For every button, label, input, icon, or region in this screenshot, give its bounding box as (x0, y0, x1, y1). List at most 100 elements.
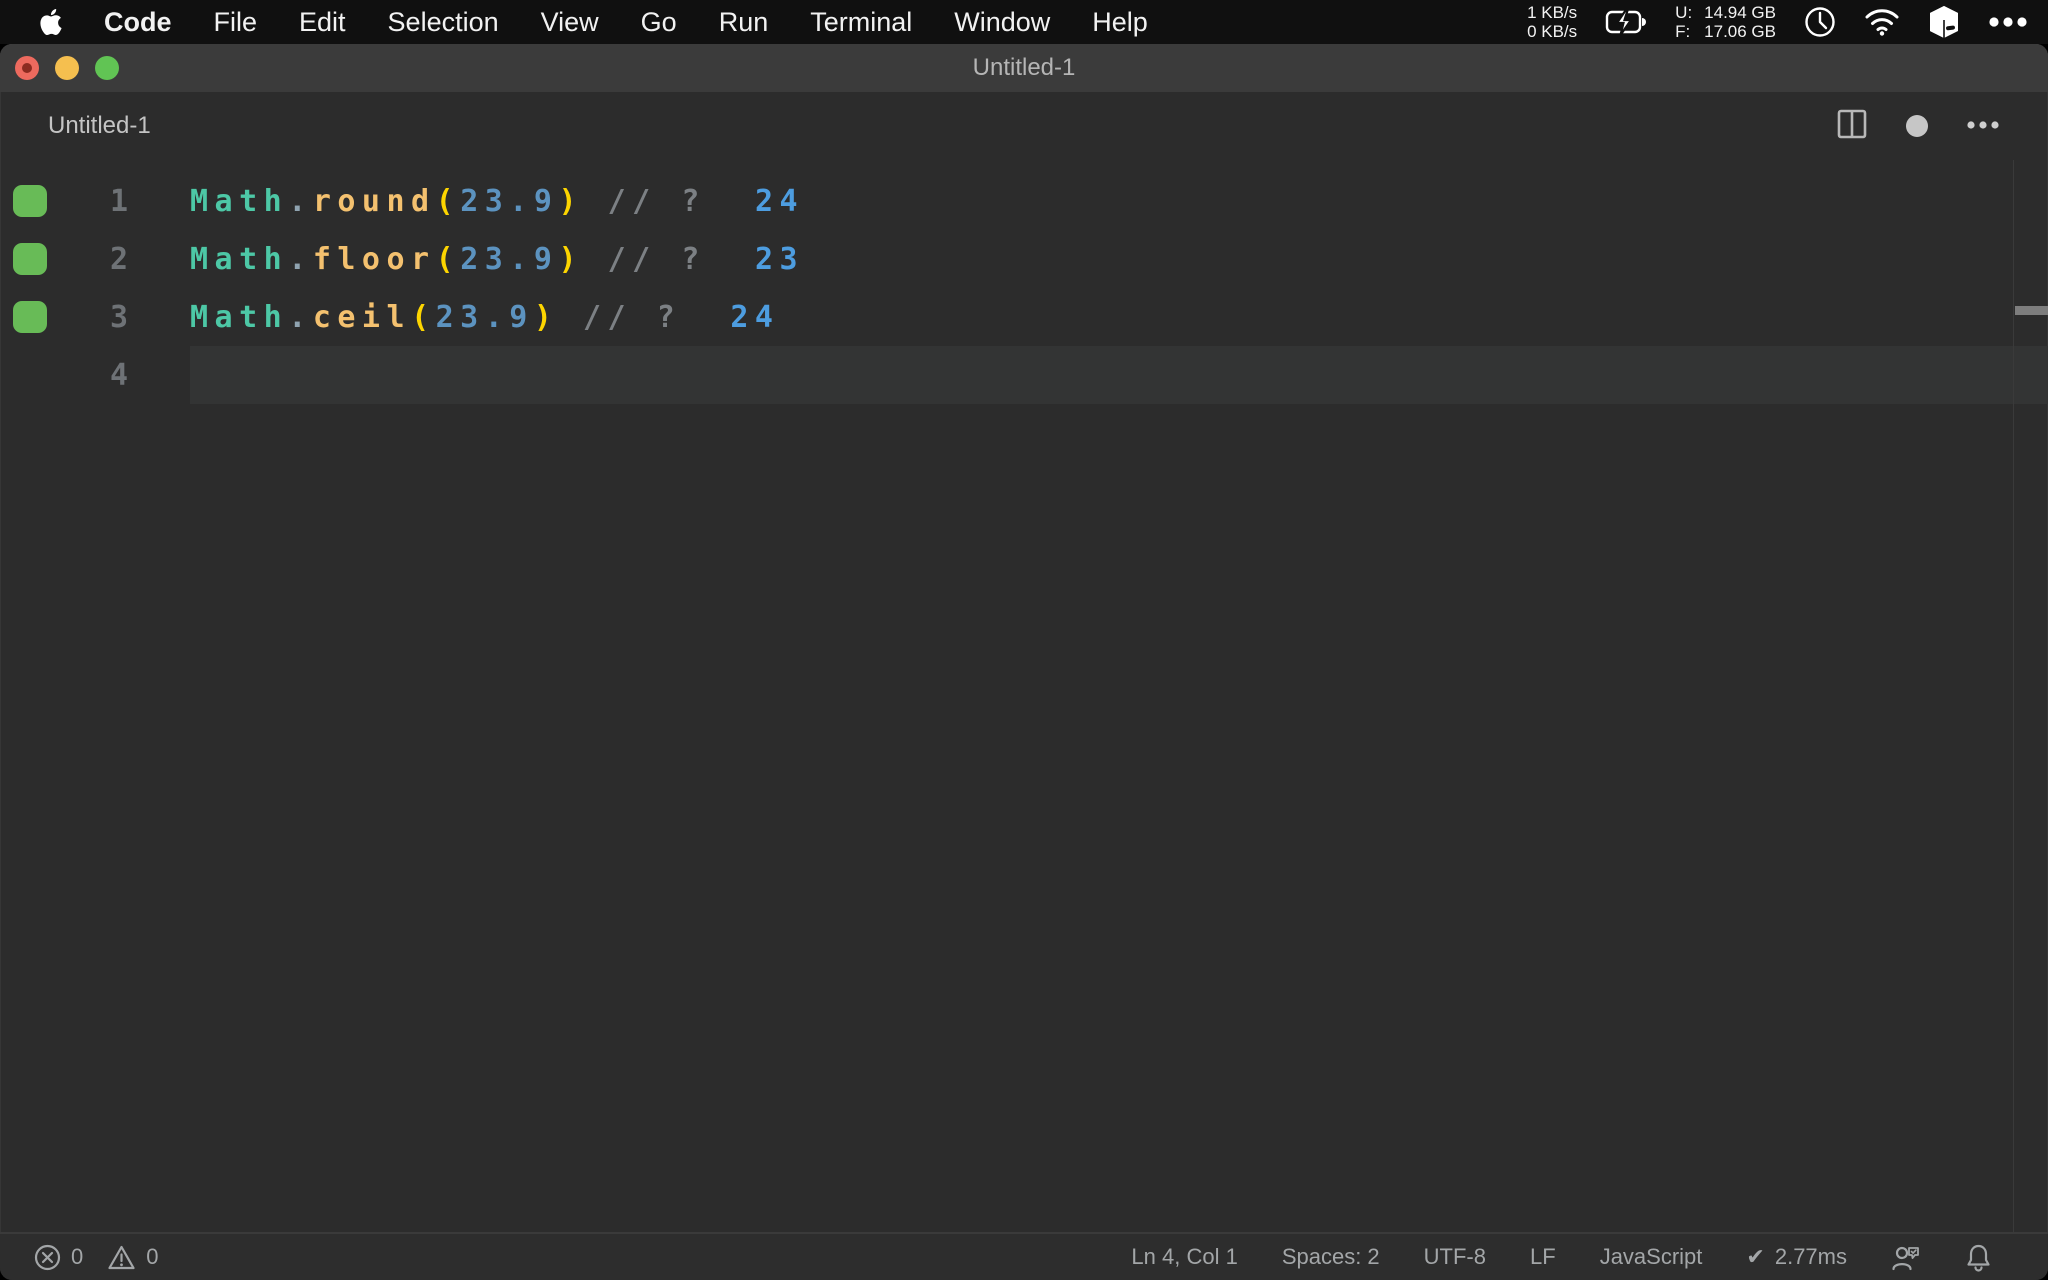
editor[interactable]: 1 Math.round(23.9) // ? 24 2 Math.floor(23.… (0, 160, 2048, 1232)
quokka-coverage-square-icon (13, 301, 47, 333)
status-bar: 0 0 Ln 4, Col 1 Spaces: 2 UTF-8 LF JavaS… (0, 1232, 2048, 1280)
code-line-4[interactable]: 4 (0, 346, 2048, 404)
memory-usage-indicator[interactable]: U: 14.94 GB F: 17.06 GB (1675, 3, 1776, 41)
menu-items: File Edit Selection View Go Run Terminal Window… (214, 7, 1190, 38)
indentation-setting[interactable]: Spaces: 2 (1282, 1244, 1380, 1270)
close-button[interactable] (15, 56, 39, 80)
token-method: round (312, 183, 436, 219)
cursor-position[interactable]: Ln 4, Col 1 (1131, 1244, 1237, 1270)
quokka-coverage-square-icon (13, 185, 47, 217)
net-down-speed: 0 KB/s (1527, 22, 1578, 41)
code-content[interactable] (190, 346, 2048, 404)
window-title-bar[interactable]: Untitled-1 (0, 44, 2048, 92)
wifi-icon[interactable] (1864, 8, 1900, 36)
token-result: 24 (730, 299, 780, 335)
menu-item-run[interactable]: Run (719, 7, 769, 37)
mem-free-label: F: (1675, 22, 1691, 41)
line-number: 1 (109, 183, 128, 219)
menu-bar-status-area: 1 KB/s 0 KB/s U: 14.94 GB F: 17.06 GB (1527, 3, 2048, 41)
token-result: 23 (754, 241, 805, 277)
token-bracket: ( (435, 183, 461, 219)
quokka-perf-indicator[interactable]: ✔ 2.77ms (1746, 1244, 1847, 1270)
warnings-count[interactable]: 0 (146, 1244, 158, 1270)
minimize-button[interactable] (55, 56, 79, 80)
token-number: 23.9 (435, 299, 534, 335)
overview-ruler-cursor-mark (2015, 306, 2048, 315)
token-bracket: ( (411, 299, 436, 335)
code-text: Math.ceil(23.9) // ? 24 (190, 300, 780, 335)
overview-ruler-scrollbar[interactable] (2013, 160, 2048, 1232)
language-mode[interactable]: JavaScript (1600, 1244, 1703, 1270)
menu-item-selection[interactable]: Selection (388, 7, 499, 37)
code-line-3[interactable]: 3 Math.ceil(23.9) // ? 24 (0, 288, 2048, 346)
more-menu-icon[interactable] (1988, 16, 2028, 28)
token-comment: // ? (607, 183, 706, 219)
vscode-window: Untitled-1 Untitled-1 1Math.round(23.9) … (0, 44, 2048, 1280)
mem-used-label: U: (1675, 3, 1693, 22)
menu-item-file[interactable]: File (214, 7, 258, 37)
token-comment: // ? (583, 299, 682, 335)
menu-item-terminal[interactable]: Terminal (810, 7, 912, 37)
code-line-1[interactable]: 1 Math.round(23.9) // ? 24 (0, 172, 2048, 230)
traffic-lights (15, 44, 119, 92)
perf-time: 2.77ms (1774, 1244, 1847, 1269)
code-content[interactable]: Math.round(23.9) // ? 24 (190, 172, 2048, 230)
quokka-coverage-square-icon (13, 243, 47, 275)
token-method: ceil (312, 299, 412, 335)
clock-icon[interactable] (1804, 6, 1836, 38)
token-number: 23.9 (460, 241, 559, 277)
notifications-bell-icon[interactable] (1965, 1243, 1992, 1272)
screen: Code File Edit Selection View Go Run Terminal W… (0, 0, 2048, 1280)
mem-free-value: 17.06 GB (1704, 22, 1776, 41)
menu-bar-left: Code File Edit Selection View Go Run Terminal W… (0, 7, 1190, 38)
editor-more-actions-icon[interactable] (1966, 117, 2000, 135)
menu-item-edit[interactable]: Edit (299, 7, 346, 37)
code-text: Math.floor(23.9) // ? 23 (190, 242, 804, 277)
code-text: Math.round(23.9) // ? 24 (190, 184, 804, 219)
cube-app-icon[interactable] (1928, 5, 1960, 39)
token-method: floor (312, 241, 436, 277)
token-object: Math (190, 241, 289, 277)
token-result: 24 (754, 183, 805, 219)
apple-menu-icon[interactable] (38, 7, 64, 37)
status-bar-right: Ln 4, Col 1 Spaces: 2 UTF-8 LF JavaScrip… (1131, 1243, 2048, 1272)
eol-setting[interactable]: LF (1530, 1244, 1556, 1270)
menu-item-view[interactable]: View (541, 7, 599, 37)
feedback-person-icon[interactable] (1891, 1243, 1921, 1271)
token-punct: . (288, 241, 313, 277)
token-comment: // ? (607, 241, 706, 277)
editor-tab-bar: Untitled-1 (0, 92, 2048, 160)
code-content[interactable]: Math.floor(23.9) // ? 23 (190, 230, 2048, 288)
network-speed-indicator[interactable]: 1 KB/s 0 KB/s (1527, 3, 1577, 41)
menu-item-window[interactable]: Window (954, 7, 1050, 37)
split-editor-icon[interactable] (1836, 108, 1868, 145)
net-up-speed: 1 KB/s (1527, 3, 1578, 22)
token-punct: . (288, 183, 313, 219)
code-line-2[interactable]: 2 Math.floor(23.9) // ? 23 (0, 230, 2048, 288)
line-number: 3 (109, 299, 128, 335)
code-content[interactable]: Math.ceil(23.9) // ? 24 (190, 288, 2048, 346)
zoom-button[interactable] (95, 56, 119, 80)
menu-item-go[interactable]: Go (641, 7, 677, 37)
menu-item-help[interactable]: Help (1092, 7, 1148, 37)
menu-item-code[interactable]: Code (104, 7, 172, 38)
macos-menu-bar: Code File Edit Selection View Go Run Terminal W… (0, 0, 2048, 44)
unsaved-changes-dot-icon[interactable] (1906, 115, 1928, 137)
battery-charging-icon[interactable] (1605, 9, 1647, 35)
mem-used-value: 14.94 GB (1704, 3, 1776, 22)
tab-untitled-1[interactable]: Untitled-1 (48, 112, 151, 140)
errors-count[interactable]: 0 (71, 1244, 83, 1270)
token-punct: . (288, 299, 313, 335)
status-bar-left: 0 0 (0, 1244, 159, 1271)
token-bracket: ) (533, 299, 559, 335)
tab-actions (1836, 108, 2000, 145)
token-object: Math (190, 299, 289, 335)
errors-icon[interactable] (34, 1244, 61, 1271)
warnings-icon[interactable] (107, 1244, 136, 1271)
encoding-setting[interactable]: UTF-8 (1424, 1244, 1486, 1270)
